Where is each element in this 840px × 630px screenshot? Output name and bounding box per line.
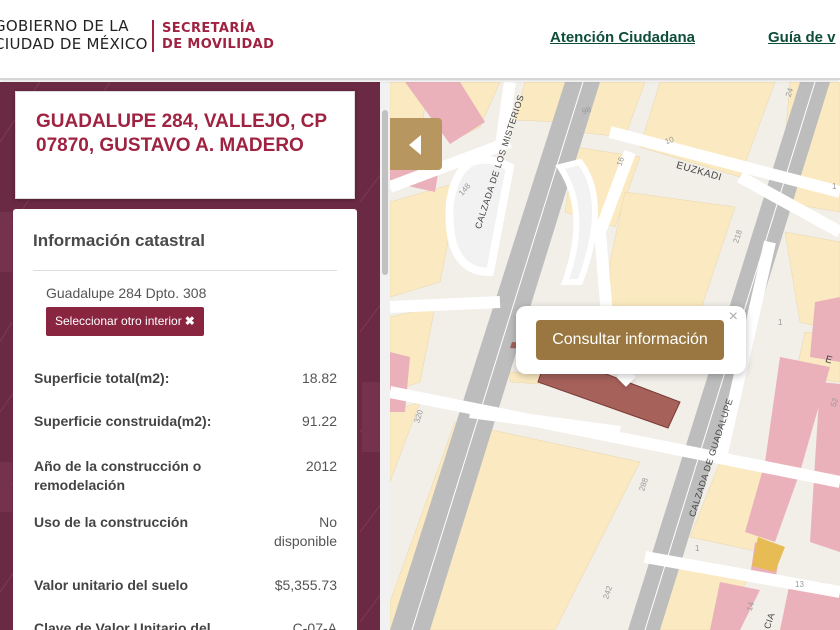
collapse-sidebar-button[interactable] (390, 118, 442, 170)
house-number: 1 (832, 182, 837, 191)
chevron-left-icon (409, 135, 421, 155)
scrollbar-thumb[interactable] (382, 110, 388, 275)
row-value: 2012 (305, 458, 337, 474)
row-value: 18.82 (301, 370, 337, 386)
row-value: 91.22 (301, 413, 337, 429)
cadastral-info-title: Información catastral (33, 231, 337, 271)
sec-line-1: SECRETARÍA (162, 21, 256, 36)
house-number: 13 (795, 580, 804, 589)
close-x-icon: ✖ (184, 314, 195, 328)
nav-guia[interactable]: Guía de v (768, 29, 836, 46)
row-label: Valor unitario del suelo (34, 577, 189, 593)
sidebar-panel: GUADALUPE 284, VALLEJO, CP 07870, GUSTAV… (0, 82, 390, 630)
row-label: Superficie construida(m2): (34, 413, 212, 429)
consult-info-button[interactable]: Consultar información (536, 320, 724, 360)
map-view[interactable]: CALZADA DE LOS MISTERIOS CALZADA DE GUAD… (390, 82, 840, 630)
map-popup: × Consultar información (516, 306, 746, 374)
row-value: $5,355.73 (274, 577, 337, 593)
row-value: No disponible (273, 514, 337, 549)
row-label: Año de la construcción o remodelación (34, 458, 202, 493)
house-number: 1 (778, 318, 783, 327)
row-label: Superficie total(m2): (34, 370, 170, 386)
sidebar-scrollbar[interactable] (380, 82, 390, 630)
popup-close-icon[interactable]: × (729, 308, 738, 326)
secretaria-logo[interactable]: SECRETARÍA DE MOVILIDAD (162, 21, 274, 53)
interior-label: Guadalupe 284 Dpto. 308 (46, 285, 207, 301)
row-value: C-07-A (292, 620, 337, 630)
gov-line-1: GOBIERNO DE LA (0, 17, 129, 35)
gov-line-2: CIUDAD DE MÉXICO (0, 35, 148, 53)
house-number: 1 (695, 544, 700, 553)
address-card: GUADALUPE 284, VALLEJO, CP 07870, GUSTAV… (15, 91, 355, 199)
address-title: GUADALUPE 284, VALLEJO, CP 07870, GUSTAV… (36, 111, 327, 156)
government-logo[interactable]: GOBIERNO DE LA CIUDAD DE MÉXICO (0, 17, 148, 53)
site-header: GOBIERNO DE LA CIUDAD DE MÉXICO SECRETAR… (0, 0, 840, 80)
logo-divider (152, 20, 154, 52)
select-interior-label: Seleccionar otro interior (55, 314, 182, 328)
sec-line-2: DE MOVILIDAD (162, 37, 275, 52)
nav-atencion-ciudadana[interactable]: Atención Ciudadana (550, 29, 695, 46)
cadastral-info-card: Información catastral Guadalupe 284 Dpto… (13, 209, 357, 630)
select-interior-button[interactable]: Seleccionar otro interior ✖ (46, 307, 204, 336)
row-label: Uso de la construcción (34, 514, 189, 530)
row-label: Clave de Valor Unitario del (34, 620, 211, 630)
